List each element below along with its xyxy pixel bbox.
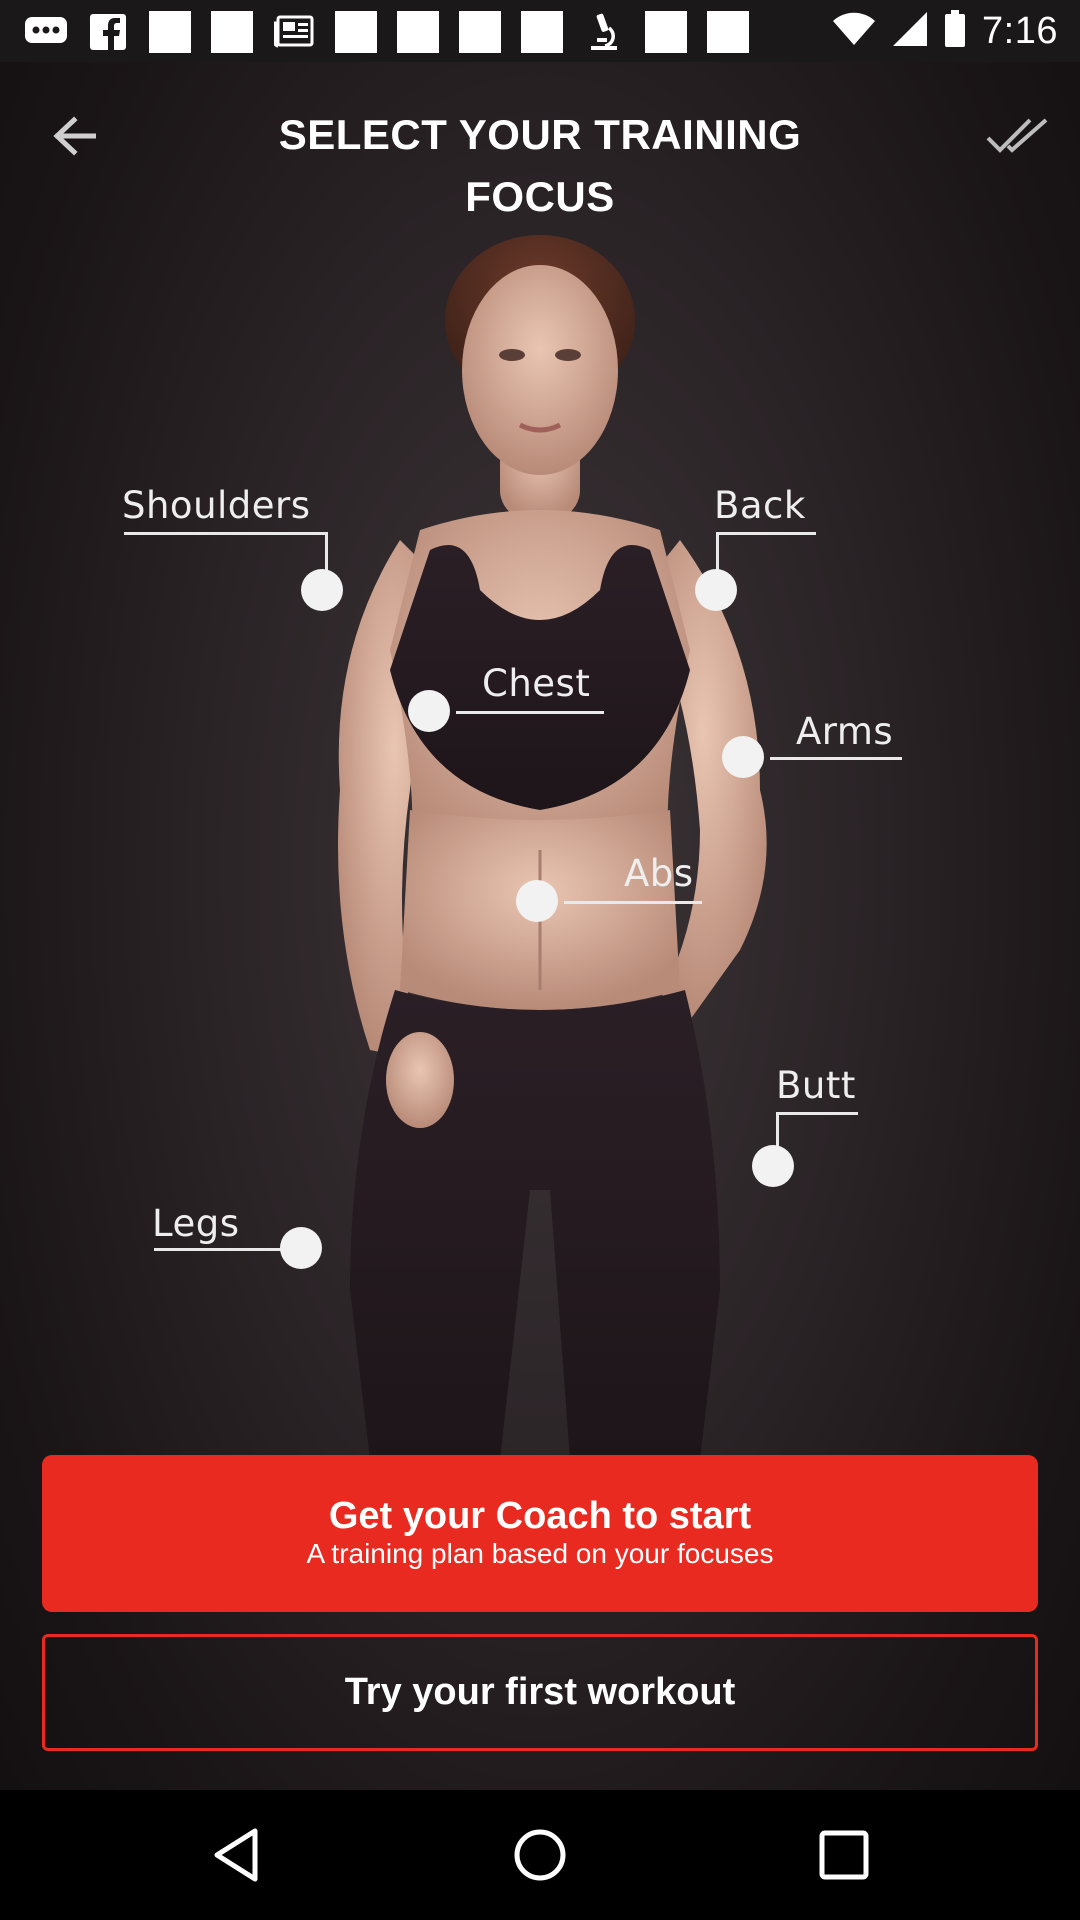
notification-icons [24, 11, 750, 53]
back-button[interactable] [42, 108, 106, 164]
signal-icon [892, 11, 928, 52]
system-status: 7:16 [832, 8, 1058, 54]
focus-dot-legs[interactable] [280, 1227, 322, 1269]
connector-line [124, 532, 328, 535]
get-coach-button[interactable]: Get your Coach to start A training plan … [42, 1455, 1038, 1612]
label-abs: Abs [624, 852, 694, 895]
navigation-bar [0, 1790, 1080, 1920]
white-square-icon [396, 11, 440, 53]
white-square-icon [644, 11, 688, 53]
white-square-icon [520, 11, 564, 53]
nav-recents-button[interactable] [804, 1820, 884, 1890]
confirm-button[interactable] [982, 108, 1054, 164]
focus-dot-shoulders[interactable] [301, 569, 343, 611]
focus-dot-arms[interactable] [722, 736, 764, 778]
focus-dot-chest[interactable] [408, 690, 450, 732]
connector-line [770, 757, 902, 760]
focus-dot-back[interactable] [695, 569, 737, 611]
facebook-icon [86, 12, 130, 52]
connector-line [456, 711, 604, 714]
label-chest: Chest [482, 662, 591, 705]
white-square-icon [210, 11, 254, 53]
focus-dot-butt[interactable] [752, 1145, 794, 1187]
label-butt: Butt [776, 1064, 856, 1107]
label-legs: Legs [152, 1202, 240, 1245]
first-workout-button[interactable]: Try your first workout [42, 1634, 1038, 1751]
white-square-icon [458, 11, 502, 53]
connector-line [716, 532, 719, 572]
connector-line [564, 901, 702, 904]
battery-icon [944, 9, 966, 53]
double-check-icon [986, 118, 1048, 153]
status-bar: 7:16 [0, 0, 1080, 62]
connector-line [776, 1112, 858, 1115]
wifi-icon [832, 12, 876, 51]
connector-line [325, 532, 328, 572]
nav-back-button[interactable] [196, 1820, 276, 1890]
coach-button-subtitle: A training plan based on your focuses [306, 1538, 774, 1569]
label-shoulders: Shoulders [122, 484, 311, 527]
screen: 7:16 SELECT YOUR TRAINING FOCUS Shoulder… [0, 0, 1080, 1920]
connector-line [154, 1248, 286, 1251]
label-back: Back [714, 484, 806, 527]
white-square-icon [334, 11, 378, 53]
white-square-icon [706, 11, 750, 53]
triangle-back-icon [214, 1828, 258, 1882]
clock: 7:16 [982, 9, 1058, 52]
square-recents-icon [819, 1830, 869, 1880]
message-icon [24, 12, 68, 52]
nav-home-button[interactable] [500, 1820, 580, 1890]
microscope-icon [582, 12, 626, 52]
focus-dot-abs[interactable] [516, 880, 558, 922]
white-square-icon [148, 11, 192, 53]
athlete-figure [338, 235, 767, 1460]
news-icon [272, 12, 316, 52]
back-arrow-icon [53, 116, 96, 156]
label-arms: Arms [796, 710, 894, 753]
page-title: SELECT YOUR TRAINING FOCUS [278, 111, 802, 220]
circle-home-icon [514, 1829, 566, 1881]
connector-line [716, 532, 816, 535]
coach-button-title: Get your Coach to start [328, 1495, 752, 1537]
